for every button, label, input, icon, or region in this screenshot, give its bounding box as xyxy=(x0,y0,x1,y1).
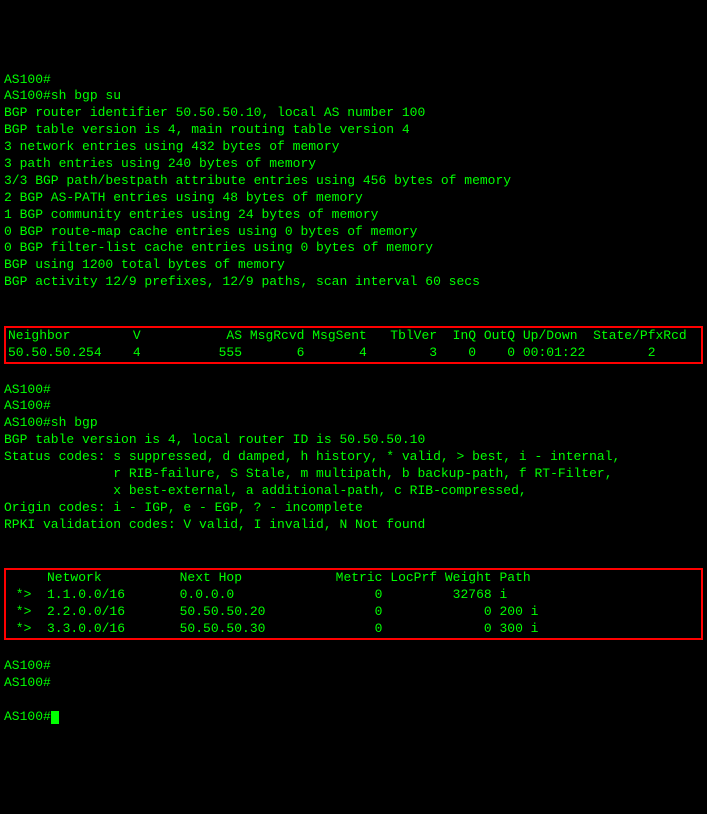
terminal-line: BGP table version is 4, main routing tab… xyxy=(4,122,703,139)
terminal-line: AS100# xyxy=(4,398,703,415)
terminal-line xyxy=(4,534,703,551)
terminal-line: 0 BGP filter-list cache entries using 0 … xyxy=(4,240,703,257)
terminal-line: AS100# xyxy=(4,658,703,675)
terminal-line: BGP table version is 4, local router ID … xyxy=(4,432,703,449)
terminal-line: AS100# xyxy=(4,382,703,399)
prompt-text: AS100# xyxy=(4,709,51,724)
terminal-line: AS100# xyxy=(4,72,703,89)
route-row: *> 3.3.0.0/16 50.50.50.30 0 0 300 i xyxy=(8,621,699,638)
prompt-line[interactable]: AS100# xyxy=(4,709,703,726)
terminal-line: 3 path entries using 240 bytes of memory xyxy=(4,156,703,173)
terminal-line: AS100#sh bgp su xyxy=(4,88,703,105)
terminal-line: 1 BGP community entries using 24 bytes o… xyxy=(4,207,703,224)
route-row: Network Next Hop Metric LocPrf Weight Pa… xyxy=(8,570,699,587)
neighbor-row: Neighbor V AS MsgRcvd MsgSent TblVer InQ… xyxy=(8,328,699,345)
terminal-line: BGP router identifier 50.50.50.10, local… xyxy=(4,105,703,122)
route-table-box: Network Next Hop Metric LocPrf Weight Pa… xyxy=(4,568,703,640)
neighbor-table-box: Neighbor V AS MsgRcvd MsgSent TblVer InQ… xyxy=(4,326,703,364)
terminal-line xyxy=(4,291,703,308)
terminal-line: Status codes: s suppressed, d damped, h … xyxy=(4,449,703,466)
terminal-line: AS100#sh bgp xyxy=(4,415,703,432)
cursor xyxy=(51,711,59,724)
terminal-line: RPKI validation codes: V valid, I invali… xyxy=(4,517,703,534)
terminal-line: x best-external, a additional-path, c RI… xyxy=(4,483,703,500)
terminal-line: BGP activity 12/9 prefixes, 12/9 paths, … xyxy=(4,274,703,291)
terminal-line: 2 BGP AS-PATH entries using 48 bytes of … xyxy=(4,190,703,207)
terminal-line: 0 BGP route-map cache entries using 0 by… xyxy=(4,224,703,241)
route-row: *> 1.1.0.0/16 0.0.0.0 0 32768 i xyxy=(8,587,699,604)
terminal-line: Origin codes: i - IGP, e - EGP, ? - inco… xyxy=(4,500,703,517)
terminal-line: 3 network entries using 432 bytes of mem… xyxy=(4,139,703,156)
route-row: *> 2.2.0.0/16 50.50.50.20 0 0 200 i xyxy=(8,604,699,621)
neighbor-row: 50.50.50.254 4 555 6 4 3 0 0 00:01:22 2 xyxy=(8,345,699,362)
terminal-line: AS100# xyxy=(4,675,703,692)
terminal-line: r RIB-failure, S Stale, m multipath, b b… xyxy=(4,466,703,483)
terminal-line: BGP using 1200 total bytes of memory xyxy=(4,257,703,274)
terminal-line: 3/3 BGP path/bestpath attribute entries … xyxy=(4,173,703,190)
